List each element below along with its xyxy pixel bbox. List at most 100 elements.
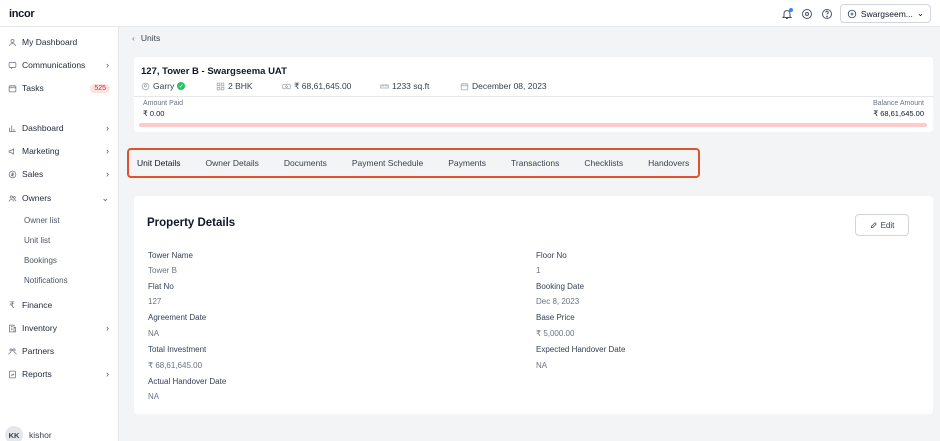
field-label: Floor No [536, 251, 567, 260]
sidebar-item-label: Dashboard [22, 123, 64, 133]
sidebar-item-label: Reports [22, 369, 52, 379]
chat-icon [7, 60, 17, 70]
field-value: Dec 8, 2023 [536, 297, 580, 306]
user-name: kishor [29, 430, 52, 440]
field-label: Tower Name [148, 251, 193, 260]
chevron-right-icon: › [106, 146, 109, 156]
unit-date-value: December 08, 2023 [472, 81, 547, 91]
sidebar-subitem-unit-list[interactable]: Unit list [24, 236, 50, 250]
building-icon [7, 323, 17, 333]
sidebar-item-label: Tasks [22, 83, 44, 93]
money-icon [282, 82, 291, 91]
grid-icon [216, 82, 225, 91]
tab-transactions[interactable]: Transactions [511, 158, 559, 168]
calendar-icon [460, 82, 469, 91]
field-label: Total Investment [148, 345, 207, 354]
tab-owner-details[interactable]: Owner Details [205, 158, 258, 168]
project-selector[interactable]: Swargseem... ⌄ [839, 4, 931, 23]
partners-icon [7, 346, 17, 356]
report-icon [7, 369, 17, 379]
sidebar-item-inventory[interactable]: Inventory › [0, 319, 119, 337]
app-logo[interactable]: incor [9, 8, 35, 20]
user-profile[interactable]: KK kishor [5, 426, 52, 441]
unit-summary-card: 127, Tower B - Swargseema UAT Garry ✓ 2 … [134, 57, 933, 132]
chevron-right-icon: › [106, 323, 109, 333]
chart-icon [7, 123, 17, 133]
project-name: Swargseem... [860, 8, 913, 19]
unit-config: 2 BHK [216, 81, 253, 91]
owner-name: Garry [153, 81, 175, 91]
sidebar-item-tasks[interactable]: Tasks 525 [0, 79, 119, 97]
sidebar-subitem-bookings[interactable]: Bookings [24, 256, 57, 270]
chevron-left-icon: ‹ [132, 33, 135, 43]
unit-area: 1233 sq.ft [380, 81, 429, 91]
sidebar-item-communications[interactable]: Communications › [0, 56, 119, 74]
tab-payments[interactable]: Payments [448, 158, 486, 168]
tab-payment-schedule[interactable]: Payment Schedule [352, 158, 423, 168]
section-title: Property Details [147, 217, 236, 229]
field-label: Flat No [148, 282, 174, 291]
sidebar-item-marketing[interactable]: Marketing › [0, 142, 119, 160]
notification-bell-icon[interactable] [780, 7, 794, 21]
unit-tabs: Unit Details Owner Details Documents Pay… [127, 148, 700, 178]
top-bar: incor Swargseem... ⌄ [0, 0, 940, 27]
sidebar-item-my-dashboard[interactable]: My Dashboard [0, 33, 119, 51]
chevron-right-icon: › [106, 169, 109, 179]
field-label: Expected Handover Date [536, 345, 626, 354]
sidebar-item-owners[interactable]: Owners ⌄ [0, 189, 119, 207]
field-value: 1 [536, 266, 541, 275]
tab-handovers[interactable]: Handovers [648, 158, 689, 168]
top-actions: Swargseem... ⌄ [780, 4, 931, 23]
chevron-down-icon: ⌄ [101, 192, 109, 203]
field-value: NA [148, 329, 160, 338]
property-details-card: Property Details Edit Tower Name Tower B… [134, 196, 933, 414]
tasks-count-badge: 525 [90, 83, 110, 93]
sidebar-item-partners[interactable]: Partners [0, 342, 119, 360]
sidebar-item-finance[interactable]: ₹ Finance [0, 296, 119, 314]
edit-label: Edit [880, 220, 895, 230]
sidebar-item-label: Sales [22, 169, 44, 179]
sidebar-subitem-notifications[interactable]: Notifications [24, 276, 68, 290]
field-label: Actual Handover Date [148, 377, 227, 386]
settings-icon[interactable] [800, 7, 814, 21]
sidebar-item-reports[interactable]: Reports › [0, 365, 119, 383]
chevron-down-icon: ⌄ [916, 8, 924, 18]
unit-price-value: ₹ 68,61,645.00 [294, 81, 352, 91]
field-value: ₹ 5,000.00 [536, 329, 575, 338]
tab-documents[interactable]: Documents [284, 158, 327, 168]
divider [134, 96, 933, 97]
sidebar-item-sales[interactable]: Sales › [0, 165, 119, 183]
sidebar-item-label: Partners [22, 346, 55, 356]
tab-unit-details[interactable]: Unit Details [137, 158, 180, 168]
breadcrumb[interactable]: ‹ Units [132, 33, 160, 43]
unit-title: 127, Tower B - Swargseema UAT [141, 66, 287, 77]
avatar: KK [5, 426, 23, 441]
ruler-icon [380, 82, 389, 91]
user-icon [7, 37, 17, 47]
project-logo-icon [847, 9, 857, 18]
sidebar-item-label: Marketing [22, 146, 60, 156]
sidebar-item-dashboard[interactable]: Dashboard › [0, 119, 119, 137]
sidebar: My Dashboard Communications › Tasks 525 … [0, 27, 119, 441]
field-label: Base Price [536, 313, 575, 322]
edit-button[interactable]: Edit [855, 214, 909, 236]
unit-owner: Garry ✓ [141, 81, 186, 91]
chevron-right-icon: › [106, 60, 109, 70]
help-icon[interactable] [820, 7, 834, 21]
tab-checklists[interactable]: Checklists [584, 158, 623, 168]
rupee-icon: ₹ [9, 299, 15, 310]
pencil-icon [870, 222, 877, 228]
sidebar-item-label: Communications [22, 60, 86, 70]
sidebar-item-label: Inventory [22, 323, 57, 333]
verified-check-icon: ✓ [177, 82, 186, 90]
unit-price: ₹ 68,61,645.00 [282, 81, 351, 92]
sidebar-item-label: Owners [22, 193, 52, 203]
breadcrumb-label: Units [140, 33, 161, 43]
chevron-right-icon: › [106, 123, 109, 133]
users-icon [7, 193, 17, 203]
sidebar-item-label: Finance [22, 300, 53, 310]
unit-date: December 08, 2023 [460, 81, 547, 91]
field-label: Agreement Date [148, 313, 207, 322]
field-value: Tower B [148, 266, 177, 275]
sidebar-subitem-owner-list[interactable]: Owner list [24, 216, 60, 230]
